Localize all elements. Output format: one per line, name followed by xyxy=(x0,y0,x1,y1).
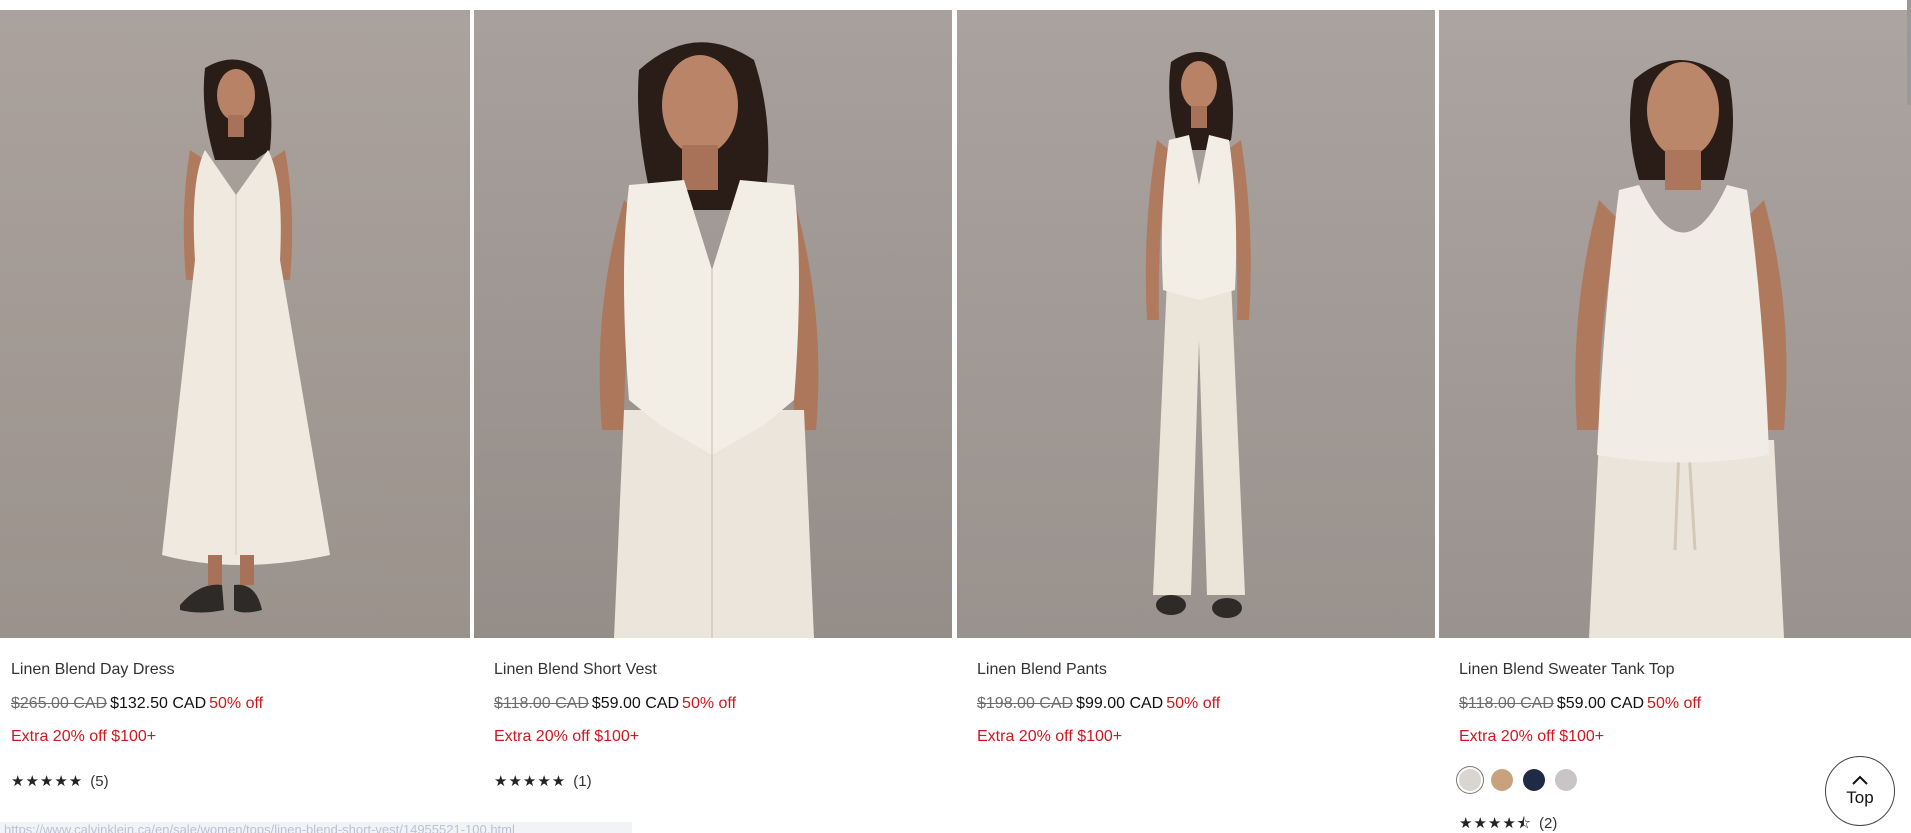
product-image[interactable] xyxy=(0,10,470,638)
original-price: $198.00 CAD xyxy=(977,695,1074,712)
price-row: $198.00 CAD $99.00 CAD 50% off xyxy=(977,694,1435,714)
product-name[interactable]: Linen Blend Day Dress xyxy=(11,660,470,680)
product-image[interactable] xyxy=(474,10,952,638)
color-swatch[interactable] xyxy=(1459,769,1481,791)
color-swatch[interactable] xyxy=(1555,769,1577,791)
product-card: Linen Blend Sweater Tank Top $118.00 CAD… xyxy=(1439,10,1911,833)
back-to-top-button[interactable]: Top xyxy=(1825,756,1895,826)
promo-text: Extra 20% off $100+ xyxy=(1459,728,1605,745)
star-rating-icon: ★★★★⯪ xyxy=(1459,815,1532,832)
price-row: $118.00 CAD $59.00 CAD 50% off xyxy=(1459,694,1911,714)
sale-price: $59.00 CAD xyxy=(1556,695,1645,712)
chevron-up-icon xyxy=(1852,775,1868,785)
star-rating-icon: ★★★★★ xyxy=(11,773,84,790)
promo-text: Extra 20% off $100+ xyxy=(977,728,1123,745)
product-grid: Linen Blend Day Dress $265.00 CAD $132.50… xyxy=(0,10,1911,833)
product-name[interactable]: Linen Blend Short Vest xyxy=(494,660,952,680)
review-count: (2) xyxy=(1539,815,1558,832)
rating[interactable]: ★★★★★ (1) xyxy=(494,773,952,791)
discount-label: 50% off xyxy=(209,695,264,712)
promo-text: Extra 20% off $100+ xyxy=(11,728,157,745)
original-price: $265.00 CAD xyxy=(11,695,108,712)
discount-label: 50% off xyxy=(1647,695,1702,712)
product-name[interactable]: Linen Blend Sweater Tank Top xyxy=(1459,660,1911,680)
promo-text: Extra 20% off $100+ xyxy=(494,728,640,745)
original-price: $118.00 CAD xyxy=(1459,695,1554,712)
color-swatch[interactable] xyxy=(1523,769,1545,791)
product-name[interactable]: Linen Blend Pants xyxy=(977,660,1435,680)
discount-label: 50% off xyxy=(1166,695,1221,712)
sale-price: $99.00 CAD xyxy=(1076,695,1164,712)
sale-price: $132.50 CAD xyxy=(110,695,207,712)
review-count: (5) xyxy=(90,773,109,790)
product-image[interactable] xyxy=(1439,10,1911,638)
discount-label: 50% off xyxy=(682,695,737,712)
back-to-top-label: Top xyxy=(1846,787,1874,807)
original-price: $118.00 CAD xyxy=(494,695,589,712)
product-card: Linen Blend Short Vest $118.00 CAD $59.00… xyxy=(474,10,952,833)
product-image[interactable] xyxy=(957,10,1435,638)
scrollbar[interactable] xyxy=(1907,0,1911,105)
color-swatch[interactable] xyxy=(1491,769,1513,791)
review-count: (1) xyxy=(573,773,592,790)
price-row: $118.00 CAD $59.00 CAD 50% off xyxy=(494,694,952,714)
sale-price: $59.00 CAD xyxy=(591,695,680,712)
product-card: Linen Blend Day Dress $265.00 CAD $132.50… xyxy=(0,10,470,833)
price-row: $265.00 CAD $132.50 CAD 50% off xyxy=(11,694,470,714)
star-rating-icon: ★★★★★ xyxy=(494,773,567,790)
rating[interactable]: ★★★★★ (5) xyxy=(11,773,470,791)
status-bar-url: https://www.calvinklein.ca/en/sale/women… xyxy=(0,822,632,833)
product-card: Linen Blend Pants $198.00 CAD $99.00 CAD 5… xyxy=(957,10,1435,833)
